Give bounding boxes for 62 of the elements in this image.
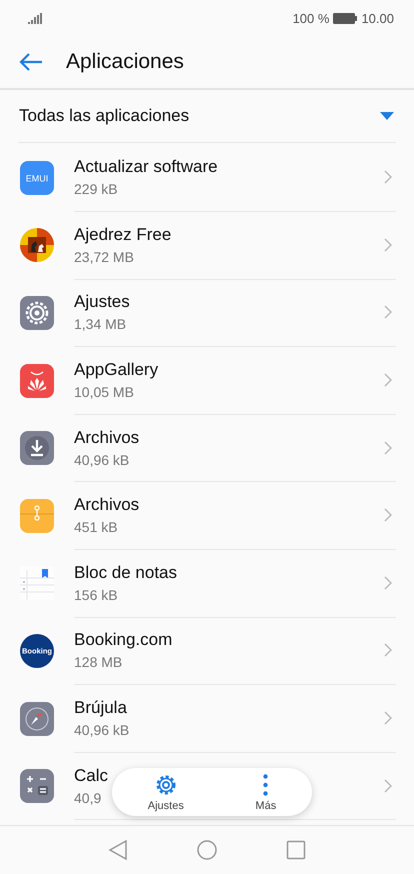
app-name: Brújula bbox=[74, 698, 127, 718]
app-icon: EMUI bbox=[20, 160, 54, 195]
compass-icon bbox=[20, 702, 54, 736]
chevron-icon bbox=[384, 508, 392, 522]
app-size: 10,05 MB bbox=[74, 384, 134, 400]
folder-icon bbox=[20, 498, 54, 533]
battery-level: 100 % bbox=[292, 10, 330, 26]
app-size: 1,34 MB bbox=[74, 316, 126, 332]
page-title: Aplicaciones bbox=[66, 50, 184, 74]
app-size: 40,96 kB bbox=[74, 722, 130, 738]
chevron-icon bbox=[384, 576, 392, 590]
app-size: 451 kB bbox=[74, 519, 118, 536]
app-size: 156 kB bbox=[74, 586, 118, 603]
app-name: Bloc de notas bbox=[74, 562, 178, 583]
app-list-item[interactable]: Ajustes 1,34 MB bbox=[18, 279, 396, 347]
back-nav-button[interactable] bbox=[108, 839, 128, 861]
app-list-item[interactable]: AppGallery 10,05 MB bbox=[18, 346, 396, 414]
gear-icon bbox=[20, 296, 54, 330]
chevron-icon bbox=[384, 711, 392, 726]
app-name: AppGallery bbox=[74, 360, 158, 380]
chevron-icon bbox=[384, 643, 392, 658]
back-button[interactable] bbox=[18, 52, 44, 72]
recents-button[interactable] bbox=[286, 840, 306, 860]
chevron-icon bbox=[384, 373, 392, 388]
caret-icon bbox=[380, 112, 394, 120]
app-name: Archivos bbox=[74, 428, 140, 448]
chevron-icon bbox=[384, 305, 392, 320]
app-list-item[interactable]: Brújula 40,96 kB bbox=[18, 684, 396, 752]
app-size: 23,72 MB bbox=[74, 248, 134, 265]
toolbar-button[interactable]: Ajustes bbox=[140, 772, 192, 812]
battery-icon bbox=[333, 12, 358, 24]
clock: 10.00 bbox=[361, 10, 394, 26]
chevron-icon bbox=[384, 440, 392, 455]
app-size: 40,96 kB bbox=[74, 452, 130, 468]
app-name: Ajedrez Free bbox=[74, 224, 172, 245]
gallery-icon bbox=[20, 364, 54, 398]
chevron-icon bbox=[384, 778, 392, 793]
filter-dropdown[interactable]: Todas las aplicaciones bbox=[0, 90, 414, 142]
app-name: Ajustes bbox=[74, 292, 130, 312]
app-size: 229 kB bbox=[74, 181, 118, 198]
toolbar-button[interactable]: Más bbox=[247, 772, 284, 812]
chevron-icon bbox=[384, 170, 392, 184]
download-icon bbox=[20, 431, 54, 466]
signal-icon bbox=[28, 12, 42, 24]
app-list-item[interactable]: Archivos 451 kB bbox=[18, 482, 396, 550]
app-list-item[interactable]: EMUI Actualizar software 229 kB bbox=[18, 144, 396, 212]
app-size: 40,9 bbox=[74, 790, 102, 806]
app-name: Calc bbox=[74, 766, 108, 786]
chevron-icon bbox=[384, 238, 392, 252]
notepad-icon bbox=[20, 566, 54, 600]
app-name: Actualizar software bbox=[74, 157, 218, 178]
app-name: Booking.com bbox=[74, 630, 172, 650]
app-name: Archivos bbox=[74, 495, 140, 516]
calculator-icon bbox=[20, 769, 54, 804]
settings-icon bbox=[154, 772, 178, 796]
chess-icon bbox=[20, 228, 54, 262]
home-button[interactable] bbox=[196, 839, 218, 861]
app-size: 128 MB bbox=[74, 654, 122, 670]
app-list-item[interactable]: Bloc de notas 156 kB bbox=[18, 550, 396, 618]
app-list-item[interactable]: Archivos 40,96 kB bbox=[18, 414, 396, 482]
more-icon bbox=[263, 774, 268, 796]
app-list-item[interactable]: Ajedrez Free 23,72 MB bbox=[18, 212, 396, 280]
